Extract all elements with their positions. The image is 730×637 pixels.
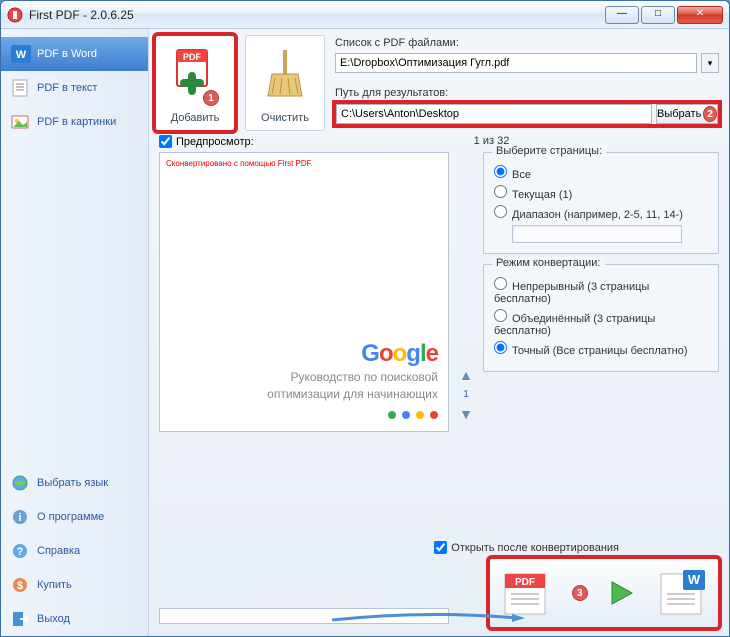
pages-range-option[interactable]: Диапазон (например, 2-5, 11, 14-)	[494, 205, 708, 221]
watermark-text: Сконвертировано с помощью First PDF.	[166, 159, 442, 168]
mode-continuous-option[interactable]: Непрерывный (3 страницы бесплатно)	[494, 277, 708, 305]
convert-button[interactable]: PDF 3 W	[489, 558, 719, 628]
sidebar-item-label: Выход	[37, 613, 70, 625]
sidebar-item-label: PDF в текст	[37, 82, 97, 94]
pages-legend: Выберите страницы:	[492, 145, 606, 157]
add-button-label: Добавить	[171, 112, 220, 124]
play-icon	[606, 578, 636, 608]
step-badge-2: 2	[703, 106, 717, 122]
sidebar-item-label: Выбрать язык	[37, 477, 108, 489]
titlebar[interactable]: First PDF - 2.0.6.25 — □ ✕	[1, 1, 729, 29]
sidebar-item-exit[interactable]: Выход	[1, 602, 148, 636]
content-area: W PDF в Word PDF в текст PDF в картинки …	[1, 29, 729, 636]
clear-button[interactable]: Очистить	[245, 35, 325, 131]
pages-current-option[interactable]: Текущая (1)	[494, 185, 708, 201]
mode-merged-option[interactable]: Объединённый (3 страницы бесплатно)	[494, 309, 708, 337]
sidebar-item-label: Купить	[37, 579, 72, 591]
maximize-button[interactable]: □	[641, 6, 675, 24]
app-icon	[7, 7, 23, 23]
sidebar-item-about[interactable]: i О программе	[1, 500, 148, 534]
minimize-button[interactable]: —	[605, 6, 639, 24]
page-up-icon[interactable]: ▲	[459, 367, 473, 383]
add-button[interactable]: PDF 1 Добавить	[155, 35, 235, 131]
app-window: First PDF - 2.0.6.25 — □ ✕ W PDF в Word …	[0, 0, 730, 637]
text-icon	[11, 79, 31, 97]
sidebar-item-pdf-to-images[interactable]: PDF в картинки	[1, 105, 148, 139]
preview-checkbox[interactable]: Предпросмотр:	[159, 135, 254, 148]
preview-header-row: Предпросмотр: 1 из 32	[149, 135, 729, 152]
step-badge-1: 1	[203, 90, 219, 106]
sidebar-item-language[interactable]: Выбрать язык	[1, 466, 148, 500]
open-after-label: Открыть после конвертирования	[451, 542, 619, 554]
sidebar: W PDF в Word PDF в текст PDF в картинки …	[1, 29, 149, 636]
word-icon: W	[11, 45, 31, 63]
sidebar-item-help[interactable]: ? Справка	[1, 534, 148, 568]
open-after-checkbox[interactable]: Открыть после конвертирования	[434, 541, 619, 554]
main-panel: PDF 1 Добавить	[149, 29, 729, 636]
choose-output-label: Выбрать	[657, 108, 701, 120]
add-pdf-icon: PDF 1	[167, 36, 223, 112]
svg-text:PDF: PDF	[183, 52, 202, 62]
pages-fieldset: Выберите страницы: Все Текущая (1) Диапа…	[483, 152, 719, 254]
file-list-label: Список с PDF файлами:	[335, 37, 719, 49]
close-button[interactable]: ✕	[677, 6, 723, 24]
page-down-icon[interactable]: ▼	[459, 406, 473, 422]
preview-pane: Сконвертировано с помощью First PDF. Goo…	[159, 152, 449, 432]
file-list-dropdown[interactable]: ▾	[701, 53, 719, 73]
file-list-input[interactable]	[335, 53, 697, 73]
svg-text:?: ?	[17, 546, 24, 558]
svg-text:W: W	[16, 49, 27, 61]
pages-range-input[interactable]	[512, 225, 682, 243]
doc-title-line1: Руководство по поисковой	[170, 370, 438, 386]
help-icon: ?	[11, 542, 31, 560]
sidebar-item-label: Справка	[37, 545, 80, 557]
mode-exact-option[interactable]: Точный (Все страницы бесплатно)	[494, 341, 708, 357]
broom-icon	[260, 36, 310, 112]
svg-text:$: $	[17, 580, 23, 592]
images-icon	[11, 113, 31, 131]
output-path-input[interactable]	[336, 104, 652, 124]
sidebar-item-label: PDF в Word	[37, 48, 97, 60]
step-badge-3: 3	[572, 585, 588, 601]
color-dots	[170, 411, 438, 421]
exit-icon	[11, 610, 31, 628]
choose-output-button[interactable]: Выбрать 2	[656, 104, 718, 124]
clear-button-label: Очистить	[261, 112, 309, 124]
svg-text:PDF: PDF	[515, 577, 535, 588]
pages-all-option[interactable]: Все	[494, 165, 708, 181]
mode-fieldset: Режим конвертации: Непрерывный (3 страни…	[483, 264, 719, 372]
window-title: First PDF - 2.0.6.25	[29, 8, 605, 22]
mode-legend: Режим конвертации:	[492, 257, 605, 269]
word-doc-icon: W	[655, 568, 709, 618]
arrow-icon	[327, 612, 527, 624]
preview-checkbox-label: Предпросмотр:	[176, 136, 254, 148]
preview-checkbox-input[interactable]	[159, 135, 172, 148]
current-page: 1	[463, 389, 469, 400]
preview-document: Google Руководство по поисковой оптимиза…	[170, 340, 438, 421]
pdf-doc-icon: PDF	[499, 568, 553, 618]
doc-title-line2: оптимизации для начинающих	[170, 387, 438, 403]
sidebar-item-label: О программе	[37, 511, 104, 523]
top-row: PDF 1 Добавить	[149, 29, 729, 135]
bottom-row: Открыть после конвертирования PDF 3	[309, 541, 719, 628]
svg-text:W: W	[688, 572, 701, 587]
output-path-label: Путь для результатов:	[335, 87, 719, 99]
file-fields: Список с PDF файлами: ▾ Путь для результ…	[335, 35, 719, 125]
google-logo: Google	[170, 340, 438, 368]
sidebar-item-label: PDF в картинки	[37, 116, 116, 128]
buy-icon: $	[11, 576, 31, 594]
sidebar-item-pdf-to-word[interactable]: W PDF в Word	[1, 37, 148, 71]
open-after-checkbox-input[interactable]	[434, 541, 447, 554]
svg-text:i: i	[18, 512, 21, 524]
sidebar-item-buy[interactable]: $ Купить	[1, 568, 148, 602]
globe-icon	[11, 474, 31, 492]
info-icon: i	[11, 508, 31, 526]
window-controls: — □ ✕	[605, 6, 723, 24]
sidebar-item-pdf-to-text[interactable]: PDF в текст	[1, 71, 148, 105]
